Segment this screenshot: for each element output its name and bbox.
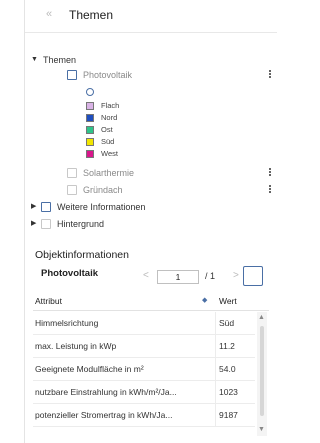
tree-item-hintergrund[interactable]: ▶ Hintergrund — [31, 218, 271, 230]
more-options-icon[interactable] — [268, 185, 272, 195]
column-divider — [215, 335, 216, 357]
sort-icon[interactable]: ◆ — [202, 296, 207, 304]
hintergrund-checkbox[interactable] — [41, 219, 51, 229]
panel-title: Themen — [69, 8, 114, 22]
column-header-attribut[interactable]: Attribut — [35, 296, 62, 306]
table-scrollbar[interactable]: ▲ ▼ — [257, 312, 267, 436]
table-row: nutzbare Einstrahlung in kWh/m²/Ja... 10… — [33, 381, 255, 404]
scrollbar-thumb[interactable] — [260, 326, 264, 416]
table-row: Geeignete Modulfläche in m² 54.0 — [33, 358, 255, 381]
attribute-table: Attribut ◆ Wert Himmelsrichtung Süd max.… — [33, 292, 269, 438]
objektinfo-layer-name: Photovoltaik — [41, 268, 99, 279]
tree-item-weitere-informationen[interactable]: ▶ Weitere Informationen — [31, 201, 271, 213]
panel-header: « Themen — [25, 0, 277, 33]
zoom-to-feature-button[interactable] — [243, 266, 263, 286]
expand-right-icon[interactable]: ▶ — [31, 218, 36, 230]
photovoltaik-checkbox[interactable] — [67, 70, 77, 80]
table-cell-wert: 54.0 — [219, 364, 236, 374]
table-cell-wert: 11.2 — [219, 341, 235, 351]
table-cell-attribut: potenzieller Stromertrag in kWh/Ja... — [35, 410, 173, 420]
tree-label-hintergrund: Hintergrund — [57, 219, 105, 229]
legend-label-west: West — [101, 149, 118, 158]
tree-label-solarthermie: Solarthermie — [83, 168, 135, 178]
header-divider — [33, 310, 269, 311]
gruendach-checkbox[interactable] — [67, 185, 77, 195]
tree-label-themen: Themen — [43, 55, 77, 65]
tree-item-photovoltaik[interactable]: Photovoltaik — [43, 69, 273, 81]
solarthermie-checkbox[interactable] — [67, 168, 77, 178]
previous-page-button[interactable]: < — [143, 270, 149, 281]
tree-label-weitere-informationen: Weitere Informationen — [57, 202, 146, 212]
table-cell-attribut: Geeignete Modulfläche in m² — [35, 364, 144, 374]
table-cell-wert: 9187 — [219, 410, 238, 420]
tree-label-photovoltaik: Photovoltaik — [83, 70, 133, 80]
themen-panel: « Themen ▼ Themen Photovoltaik Flach Nor… — [24, 0, 277, 443]
column-divider — [215, 404, 216, 426]
table-row: Himmelsrichtung Süd — [33, 312, 255, 335]
legend-swatch-ost — [86, 126, 94, 134]
tree-label-gruendach: Gründach — [83, 185, 123, 195]
legend-swatch-flach — [86, 102, 94, 110]
more-options-icon[interactable] — [268, 70, 272, 80]
scroll-down-icon[interactable]: ▼ — [258, 426, 265, 433]
table-cell-wert: 1023 — [219, 387, 238, 397]
legend-swatch-west — [86, 150, 94, 158]
legend-swatch-sued — [86, 138, 94, 146]
column-divider — [215, 381, 216, 403]
column-header-wert[interactable]: Wert — [219, 296, 237, 306]
legend-label-nord: Nord — [101, 113, 118, 122]
more-options-icon[interactable] — [268, 168, 272, 178]
collapse-panel-icon[interactable]: « — [43, 8, 55, 20]
next-page-button[interactable]: > — [233, 270, 239, 281]
table-cell-wert: Süd — [219, 318, 235, 328]
legend-label-sued: Süd — [101, 137, 115, 146]
weitere-informationen-checkbox[interactable] — [41, 202, 51, 212]
column-divider — [215, 312, 216, 334]
legend-label-ost: Ost — [101, 125, 113, 134]
tree-item-solarthermie[interactable]: Solarthermie — [43, 167, 273, 179]
table-cell-attribut: nutzbare Einstrahlung in kWh/m²/Ja... — [35, 387, 177, 397]
expand-down-icon[interactable]: ▼ — [31, 54, 38, 66]
legend-label-flach: Flach — [101, 101, 120, 110]
page-total-label: / 1 — [205, 271, 216, 281]
legend-swatch-nord — [86, 114, 94, 122]
table-cell-attribut: Himmelsrichtung — [35, 318, 99, 328]
scroll-up-icon[interactable]: ▲ — [258, 314, 265, 321]
objektinformationen-title: Objektinformationen — [35, 249, 129, 261]
column-divider — [215, 358, 216, 380]
table-cell-attribut: max. Leistung in kWp — [35, 341, 117, 351]
page-number-input[interactable] — [157, 270, 199, 284]
table-row: max. Leistung in kWp 11.2 — [33, 335, 255, 358]
tree-item-gruendach[interactable]: Gründach — [43, 184, 273, 196]
legend-radio[interactable] — [86, 88, 94, 96]
table-row: potenzieller Stromertrag in kWh/Ja... 91… — [33, 404, 255, 427]
expand-right-icon[interactable]: ▶ — [31, 201, 36, 213]
